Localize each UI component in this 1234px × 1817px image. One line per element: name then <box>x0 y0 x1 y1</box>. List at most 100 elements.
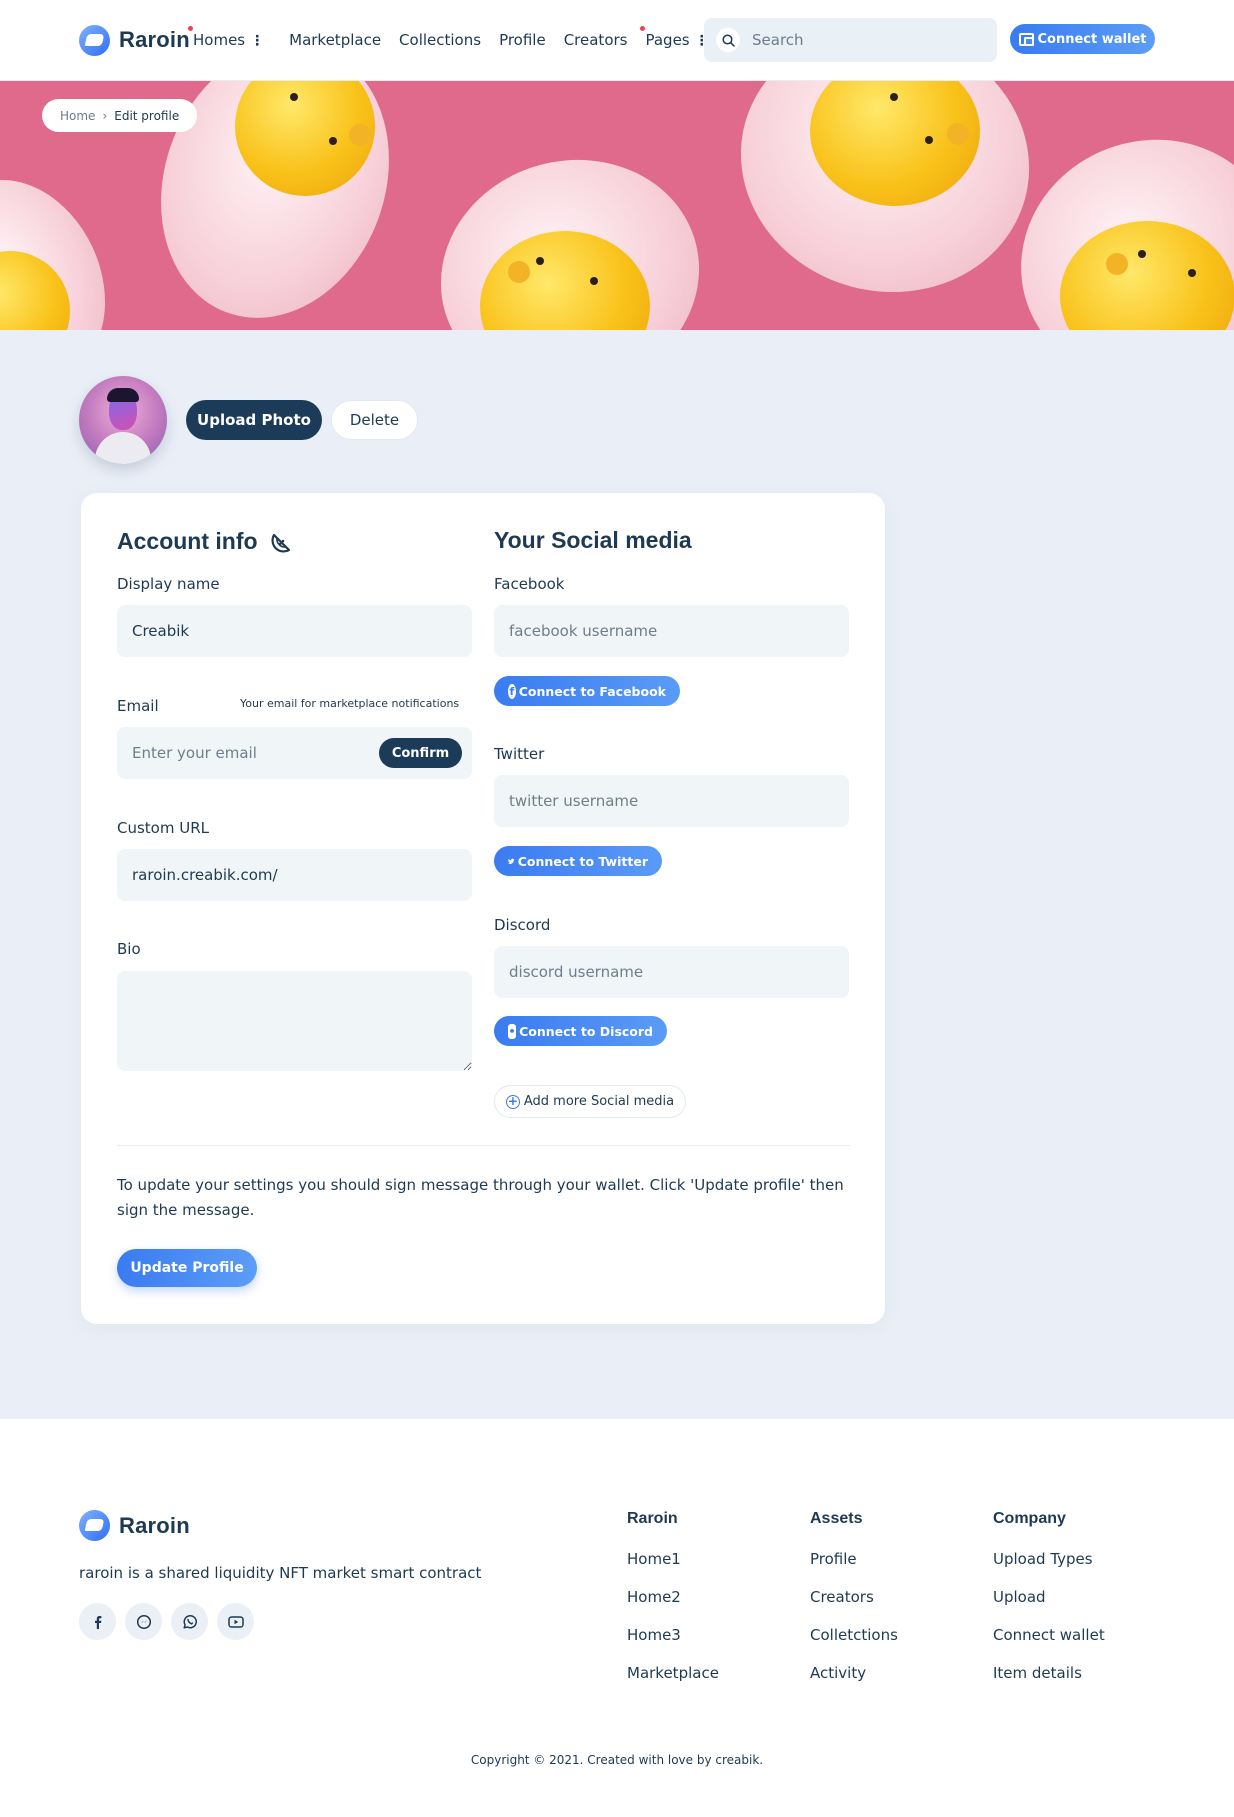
discord-icon: • <box>508 1023 517 1039</box>
watermelon-icon <box>271 533 291 553</box>
search-icon[interactable] <box>716 28 740 52</box>
footer-link-home1[interactable]: Home1 <box>627 1550 719 1588</box>
nav-item-collections[interactable]: Collections <box>399 31 481 49</box>
nav-item-profile[interactable]: Profile <box>499 31 546 49</box>
footer-logo[interactable]: Raroin <box>79 1510 190 1541</box>
banner-cheek <box>1106 253 1128 275</box>
nav-label: Homes <box>193 31 246 49</box>
search-input[interactable] <box>752 31 972 49</box>
social-media-title: Your Social media <box>494 527 692 553</box>
more-dots-icon: ⋮ <box>250 33 264 49</box>
nav-label: Collections <box>399 31 482 49</box>
facebook-username-field[interactable] <box>494 605 849 657</box>
breadcrumb-current: Edit profile <box>114 108 180 123</box>
chevron-right-icon: › <box>102 108 108 123</box>
plus-circle-icon: + <box>505 1093 520 1109</box>
nav-item-marketplace[interactable]: Marketplace <box>289 31 381 49</box>
footer-link-collections[interactable]: Colletctions <box>810 1626 898 1664</box>
youtube-icon[interactable] <box>217 1603 254 1640</box>
main-nav: Homes ⋮ Marketplace Collections Profile C… <box>188 26 726 52</box>
logo-mark-icon <box>79 24 110 56</box>
twitter-username-field[interactable] <box>494 775 849 827</box>
facebook-icon: f <box>508 683 516 699</box>
avatar <box>79 376 167 464</box>
search-bar <box>704 18 997 62</box>
connect-wallet-label: Connect wallet <box>1037 31 1147 47</box>
avatar-body <box>95 432 151 464</box>
breadcrumb-home[interactable]: Home <box>60 109 95 123</box>
footer-column-raroin: Raroin Home1 Home2 Home3 Marketplace <box>627 1510 719 1702</box>
logo-mark-icon <box>79 1510 110 1541</box>
email-hint: Your email for marketplace notifications <box>240 697 460 710</box>
confirm-email-button[interactable]: Confirm <box>379 738 462 768</box>
display-name-field[interactable] <box>117 605 472 657</box>
footer-column-assets: Assets Profile Creators Colletctions Act… <box>810 1510 898 1702</box>
connect-discord-button[interactable]: • Connect to Discord <box>494 1016 667 1046</box>
banner-cheek <box>508 261 530 283</box>
delete-photo-button[interactable]: Delete <box>331 400 418 440</box>
footer-link-profile[interactable]: Profile <box>810 1550 898 1588</box>
banner-eye <box>925 136 933 144</box>
footer-link-item-details[interactable]: Item details <box>993 1664 1105 1702</box>
nav-label: Profile <box>499 31 546 49</box>
nav-item-creators[interactable]: Creators <box>564 31 628 49</box>
messenger-icon[interactable] <box>125 1603 162 1640</box>
footer-link-home2[interactable]: Home2 <box>627 1588 719 1626</box>
footer-social-links <box>79 1603 254 1640</box>
footer-brand-name: Raroin <box>119 1512 190 1538</box>
card-divider <box>117 1145 850 1146</box>
banner-cheek <box>947 123 969 145</box>
connect-discord-label: Connect to Discord <box>519 1023 653 1039</box>
twitter-label: Twitter <box>494 745 545 763</box>
banner-eye <box>1188 269 1196 277</box>
upload-photo-button[interactable]: Upload Photo <box>186 400 322 440</box>
discord-label: Discord <box>494 916 551 934</box>
whatsapp-icon[interactable] <box>171 1603 208 1640</box>
connect-facebook-button[interactable]: f Connect to Facebook <box>494 676 680 706</box>
email-label: Email <box>117 697 159 715</box>
banner-eye <box>590 277 598 285</box>
nav-label: Marketplace <box>289 31 382 49</box>
footer-link-home3[interactable]: Home3 <box>627 1626 719 1664</box>
banner-cheek <box>349 124 371 146</box>
nav-item-homes[interactable]: Homes ⋮ <box>188 26 264 49</box>
facebook-icon[interactable] <box>79 1603 116 1640</box>
account-info-title-text: Account info <box>117 528 258 554</box>
footer-tagline: raroin is a shared liquidity NFT market … <box>79 1564 482 1582</box>
custom-url-field[interactable] <box>117 849 472 901</box>
custom-url-label: Custom URL <box>117 819 209 837</box>
footer-link-upload[interactable]: Upload <box>993 1588 1105 1626</box>
footer-link-marketplace[interactable]: Marketplace <box>627 1664 719 1702</box>
nav-label: Creators <box>563 31 628 49</box>
brand-logo[interactable]: Raroin <box>79 24 190 56</box>
bio-field[interactable] <box>117 971 472 1071</box>
footer-link-connect-wallet[interactable]: Connect wallet <box>993 1626 1105 1664</box>
brand-name: Raroin <box>119 27 190 52</box>
footer-link-creators[interactable]: Creators <box>810 1588 898 1626</box>
display-name-label: Display name <box>117 575 220 593</box>
footer-column-company: Company Upload Types Upload Connect wall… <box>993 1510 1105 1702</box>
twitter-bird-icon <box>508 858 515 864</box>
banner-eye <box>290 93 298 101</box>
account-info-title: Account info <box>117 527 296 555</box>
connect-wallet-button[interactable]: Connect wallet <box>1010 24 1155 54</box>
nav-label: Pages <box>645 31 690 49</box>
banner-eye <box>329 137 337 145</box>
connect-twitter-label: Connect to Twitter <box>517 853 648 869</box>
add-social-media-button[interactable]: + Add more Social media <box>494 1085 686 1118</box>
nav-item-pages[interactable]: Pages ⋮ <box>640 26 709 49</box>
footer-column-title: Raroin <box>627 1510 678 1527</box>
facebook-label: Facebook <box>494 575 565 593</box>
footer-link-upload-types[interactable]: Upload Types <box>993 1550 1105 1588</box>
add-social-media-label: Add more Social media <box>523 1094 675 1109</box>
connect-twitter-button[interactable]: Connect to Twitter <box>494 846 662 876</box>
footer-column-title: Assets <box>810 1510 863 1527</box>
discord-username-field[interactable] <box>494 946 849 998</box>
notification-dot-icon <box>188 26 193 31</box>
copyright: Copyright © 2021. Created with love by c… <box>470 1753 764 1767</box>
update-profile-button[interactable]: Update Profile <box>117 1249 257 1287</box>
footer-link-activity[interactable]: Activity <box>810 1664 898 1702</box>
site-header: Raroin Homes ⋮ Marketplace Collections Pr… <box>0 0 1234 81</box>
avatar-hair <box>107 388 139 402</box>
banner-eye <box>890 93 898 101</box>
